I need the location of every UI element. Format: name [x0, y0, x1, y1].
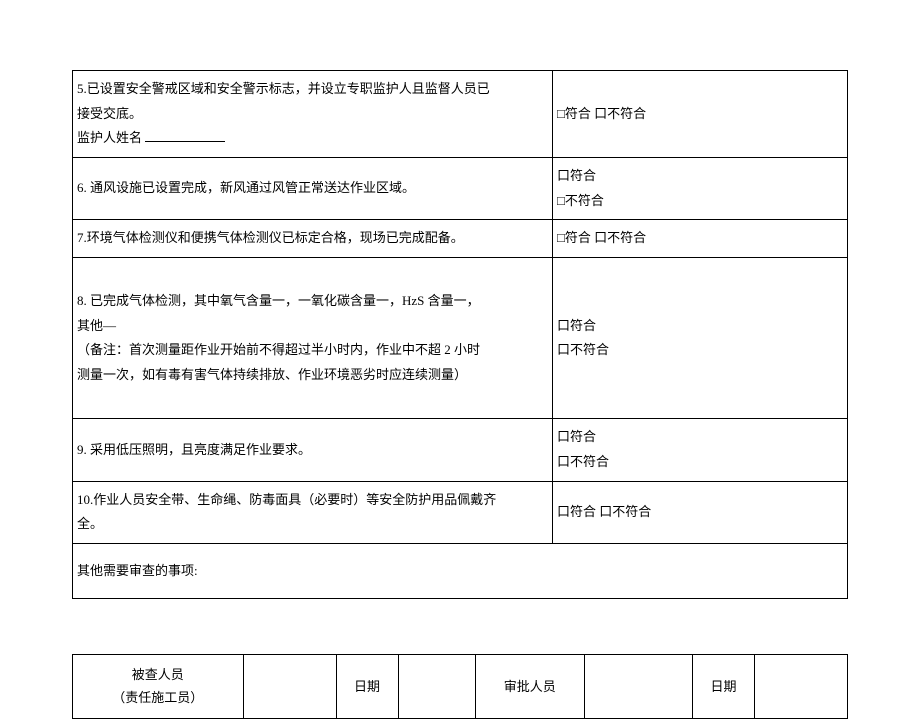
signature-table: 被查人员 （责任施工员） 日期 审批人员 日期	[72, 654, 848, 719]
row-6-status2: □不符合	[557, 193, 604, 208]
row-9: 9. 采用低压照明，且亮度满足作业要求。 口符合 口不符合	[73, 419, 848, 481]
row-5-line3-prefix: 监护人姓名	[77, 130, 142, 145]
checklist-table: 5.已设置安全警戒区域和安全警示标志，并设立专职监护人且监督人员已 接受交底。 …	[72, 70, 848, 599]
checked-person-label: 被查人员 （责任施工员）	[73, 655, 244, 719]
row-10-line2: 全。	[77, 516, 103, 531]
row-9-status2: 口不符合	[557, 454, 609, 469]
row-9-desc: 9. 采用低压照明，且亮度满足作业要求。	[73, 419, 553, 481]
row-7-status[interactable]: □符合 口不符合	[553, 220, 848, 258]
row-8-desc: 8. 已完成气体检测，其中氧气含量一，一氧化碳含量一，HzS 含量一， 其他— …	[73, 258, 553, 419]
date-label-1: 日期	[336, 655, 398, 719]
guardian-name-line[interactable]	[145, 129, 225, 142]
row-8-status[interactable]: 口符合 口不符合	[553, 258, 848, 419]
signature-spacer	[72, 599, 848, 654]
row-6-status1: 口符合	[557, 168, 596, 183]
row-10-line1: 10.作业人员安全带、生命绳、防毒面具（必要时）等安全防护用品佩戴齐	[77, 492, 496, 507]
row-10-desc: 10.作业人员安全带、生命绳、防毒面具（必要时）等安全防护用品佩戴齐 全。	[73, 481, 553, 543]
row-5: 5.已设置安全警戒区域和安全警示标志，并设立专职监护人且监督人员已 接受交底。 …	[73, 71, 848, 158]
row-6-status[interactable]: 口符合 □不符合	[553, 158, 848, 220]
row-other: 其他需要审查的事项:	[73, 544, 848, 599]
row-9-status1: 口符合	[557, 429, 596, 444]
other-items-label: 其他需要审查的事项:	[77, 563, 198, 578]
row-8-line1: 8. 已完成气体检测，其中氧气含量一，一氧化碳含量一，HzS 含量一，	[77, 293, 480, 308]
row-7-desc: 7.环境气体检测仪和便携气体检测仪已标定合格，现场已完成配备。	[73, 220, 553, 258]
signature-row: 被查人员 （责任施工员） 日期 审批人员 日期	[73, 655, 848, 719]
row-8-status1: 口符合	[557, 318, 596, 333]
row-8-status2: 口不符合	[557, 342, 609, 357]
date-value-1[interactable]	[398, 655, 476, 719]
row-8-line3: （备注：首次测量距作业开始前不得超过半小时内，作业中不超 2 小时	[77, 342, 480, 357]
date-label-2: 日期	[693, 655, 755, 719]
row-7: 7.环境气体检测仪和便携气体检测仪已标定合格，现场已完成配备。 □符合 口不符合	[73, 220, 848, 258]
row-8-line4: 测量一次，如有毒有害气体持续排放、作业环境恶劣时应连续测量）	[77, 367, 467, 382]
date-value-2[interactable]	[755, 655, 848, 719]
row-5-status[interactable]: □符合 口不符合	[553, 71, 848, 158]
row-8-line2: 其他—	[77, 318, 116, 333]
approver-value[interactable]	[584, 655, 693, 719]
row-8: 8. 已完成气体检测，其中氧气含量一，一氧化碳含量一，HzS 含量一， 其他— …	[73, 258, 848, 419]
row-9-status[interactable]: 口符合 口不符合	[553, 419, 848, 481]
approver-label: 审批人员	[476, 655, 585, 719]
checked-label-2: （责任施工员）	[112, 690, 203, 705]
row-10: 10.作业人员安全带、生命绳、防毒面具（必要时）等安全防护用品佩戴齐 全。 口符…	[73, 481, 848, 543]
row-5-line1: 5.已设置安全警戒区域和安全警示标志，并设立专职监护人且监督人员已	[77, 81, 490, 96]
other-items-cell[interactable]: 其他需要审查的事项:	[73, 544, 848, 599]
row-6-desc: 6. 通风设施已设置完成，新风通过风管正常送达作业区域。	[73, 158, 553, 220]
row-5-line2: 接受交底。	[77, 106, 142, 121]
row-6: 6. 通风设施已设置完成，新风通过风管正常送达作业区域。 口符合 □不符合	[73, 158, 848, 220]
row-10-status[interactable]: 口符合 口不符合	[553, 481, 848, 543]
checked-label-1: 被查人员	[132, 667, 184, 682]
checked-person-value[interactable]	[243, 655, 336, 719]
row-5-desc: 5.已设置安全警戒区域和安全警示标志，并设立专职监护人且监督人员已 接受交底。 …	[73, 71, 553, 158]
